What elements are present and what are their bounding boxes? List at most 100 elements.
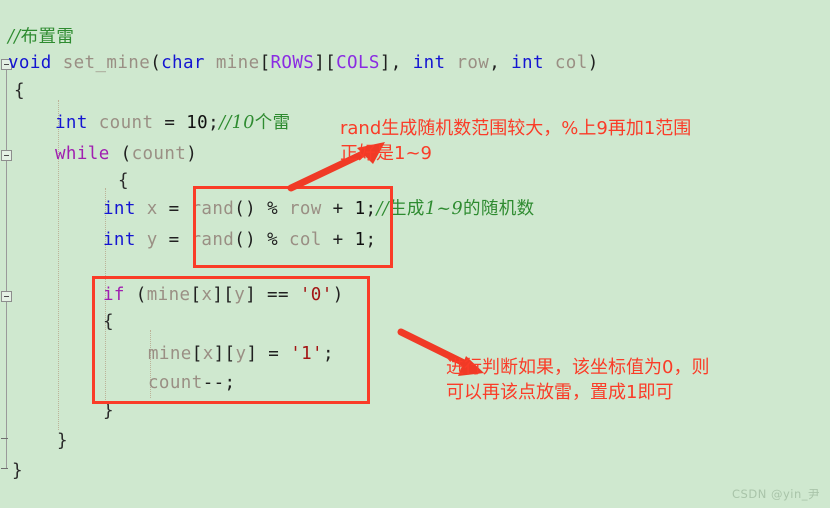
code-token: [ — [191, 344, 203, 364]
line-if[interactable]: if (mine[x][y] == '0') — [103, 286, 344, 305]
annotation-line: 正好是1~9 — [340, 143, 432, 164]
code-token: if — [103, 285, 125, 305]
code-token: int — [103, 199, 136, 219]
code-token: ; — [365, 230, 377, 250]
code-token: count — [131, 144, 187, 164]
line-count-decl[interactable]: int count = 10;//10个雷 — [55, 114, 291, 133]
code-token: [ — [190, 285, 202, 305]
code-token: ][ — [213, 344, 236, 364]
code-token: col — [288, 230, 322, 250]
code-area[interactable]: //布置雷 void set_mine(char mine[ROWS][COLS]… — [0, 0, 830, 508]
code-token: + — [321, 199, 355, 219]
code-token: ; — [323, 344, 334, 364]
line-assign-mine[interactable]: mine[x][y] = '1'; — [148, 345, 334, 364]
line-while[interactable]: while (count) — [55, 145, 197, 164]
code-token: = — [153, 113, 187, 133]
code-token: x — [146, 199, 158, 219]
code-token: 1 — [354, 230, 366, 250]
code-token: '0' — [299, 285, 333, 305]
code-token: // — [376, 199, 390, 219]
code-token: 生成 — [389, 199, 425, 219]
line-comment-header[interactable]: //布置雷 — [8, 28, 74, 47]
line-count-dec[interactable]: count--; — [148, 374, 236, 393]
line-close-brace-func[interactable]: } — [12, 462, 23, 481]
code-token: COLS — [336, 53, 380, 73]
line-open-brace-while[interactable]: { — [118, 172, 129, 191]
code-token: y — [146, 230, 158, 250]
code-token: [ — [259, 53, 271, 73]
code-token: { — [14, 81, 25, 101]
code-token: { — [103, 312, 114, 332]
annotation-line: 可以再该点放雷，置成1即可 — [446, 382, 674, 403]
code-token: % — [267, 230, 289, 250]
code-token: 10 — [186, 113, 209, 133]
code-token: ) — [186, 144, 198, 164]
code-token: ROWS — [270, 53, 315, 73]
code-token: ; — [208, 113, 220, 133]
code-token: row — [456, 53, 490, 73]
code-token: = — [157, 199, 191, 219]
code-token: mine — [148, 344, 192, 364]
code-token: count — [148, 373, 203, 393]
line-decl-x[interactable]: int x = rand() % row + 1;//生成1~9的随机数 — [103, 200, 535, 219]
line-decl-y[interactable]: int y = rand() % col + 1; — [103, 231, 376, 250]
code-token: int — [412, 53, 446, 73]
code-token: () — [234, 230, 268, 250]
code-token: ( — [109, 144, 132, 164]
code-token: 个雷 — [254, 113, 291, 133]
code-token: } — [12, 461, 23, 481]
code-token: 布置雷 — [20, 27, 75, 47]
code-token: rand — [190, 230, 235, 250]
code-token: y — [234, 285, 246, 305]
code-token: ; — [365, 199, 377, 219]
code-token: x — [202, 344, 214, 364]
code-token: () — [234, 199, 268, 219]
code-token: mine — [215, 53, 260, 73]
line-close-brace-while[interactable]: } — [57, 432, 68, 451]
code-token: y — [235, 344, 247, 364]
code-token: 1 — [354, 199, 366, 219]
note-if-check: 进行判断如果，该坐标值为0，则 可以再该点放雷，置成1即可 — [446, 355, 709, 405]
code-token: col — [554, 53, 588, 73]
line-open-brace-func[interactable]: { — [14, 82, 25, 101]
code-token: , — [489, 53, 512, 73]
code-token: 1~9 — [424, 199, 463, 219]
code-screenshot: //布置雷 void set_mine(char mine[ROWS][COLS]… — [0, 0, 830, 508]
code-token: '1' — [290, 344, 323, 364]
code-token: ( — [124, 285, 147, 305]
code-token: row — [288, 199, 322, 219]
line-open-brace-if[interactable]: { — [103, 313, 114, 332]
code-token: ], — [379, 53, 413, 73]
code-token: ] = — [246, 344, 291, 364]
code-token: int — [103, 230, 136, 250]
code-token: = — [157, 230, 191, 250]
code-token: 10 — [231, 113, 255, 133]
note-rand-range: rand生成随机数范围较大，%上9再加1范围 正好是1~9 — [340, 116, 691, 166]
code-token: int — [511, 53, 544, 73]
code-token: // — [219, 113, 232, 133]
code-token: char — [161, 53, 205, 73]
code-token: ) — [587, 53, 599, 73]
code-token: int — [55, 113, 88, 133]
code-token: x — [201, 285, 213, 305]
code-token: + — [321, 230, 355, 250]
code-token: --; — [202, 373, 236, 393]
code-token: ] == — [245, 285, 300, 305]
code-token: // — [8, 27, 21, 47]
annotation-line: rand生成随机数范围较大，%上9再加1范围 — [340, 118, 692, 139]
code-token: rand — [190, 199, 235, 219]
code-token: } — [57, 431, 68, 451]
line-close-brace-if[interactable]: } — [103, 402, 114, 421]
code-token: void — [8, 53, 52, 73]
code-token: } — [103, 401, 114, 421]
line-signature[interactable]: void set_mine(char mine[ROWS][COLS], int… — [8, 54, 599, 73]
code-token: ][ — [212, 285, 235, 305]
code-token: count — [98, 113, 154, 133]
csdn-watermark: CSDN @yin_尹 — [732, 487, 820, 501]
code-token: ) — [332, 285, 344, 305]
